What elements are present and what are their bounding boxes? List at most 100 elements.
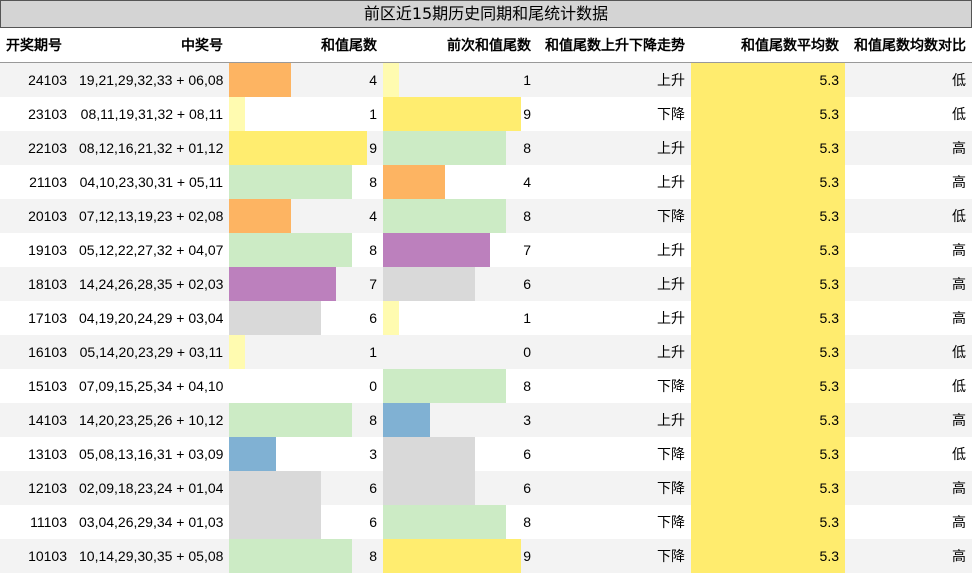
cell-trend: 上升	[537, 403, 691, 437]
cell-issue: 18103	[0, 267, 73, 301]
cell-avg: 5.3	[691, 165, 845, 199]
table-row: 11103 03,04,26,29,34 + 01,03 6 8 下降 5.3 高	[0, 505, 972, 539]
value-bar	[383, 539, 521, 573]
cell-issue: 22103	[0, 131, 73, 165]
cell-numbers: 08,12,16,21,32 + 01,12	[73, 131, 229, 165]
cell-tail: 9	[229, 131, 383, 165]
header-prev-tail: 前次和值尾数	[383, 28, 537, 63]
value-bar	[229, 199, 291, 233]
cell-prev-tail: 8	[383, 369, 537, 403]
header-trend: 和值尾数上升下降走势	[537, 28, 691, 63]
bar-value: 6	[523, 446, 531, 462]
cell-prev-tail: 9	[383, 539, 537, 573]
bar-value: 6	[369, 310, 377, 326]
cell-tail: 0	[229, 369, 383, 403]
stats-table: 开奖期号 中奖号 和值尾数 前次和值尾数 和值尾数上升下降走势 和值尾数平均数 …	[0, 28, 972, 573]
cell-avg: 5.3	[691, 335, 845, 369]
value-bar	[229, 471, 321, 505]
cell-avg: 5.3	[691, 301, 845, 335]
cell-avg: 5.3	[691, 437, 845, 471]
cell-numbers: 07,12,13,19,23 + 02,08	[73, 199, 229, 233]
cell-avg: 5.3	[691, 62, 845, 97]
value-bar	[383, 233, 490, 267]
table-row: 14103 14,20,23,25,26 + 10,12 8 3 上升 5.3 高	[0, 403, 972, 437]
cell-tail: 4	[229, 62, 383, 97]
value-bar	[383, 505, 506, 539]
value-bar	[229, 267, 336, 301]
bar-value: 1	[369, 344, 377, 360]
cell-tail: 8	[229, 539, 383, 573]
cell-numbers: 04,19,20,24,29 + 03,04	[73, 301, 229, 335]
cell-prev-tail: 1	[383, 62, 537, 97]
header-avg: 和值尾数平均数	[691, 28, 845, 63]
bar-value: 1	[369, 106, 377, 122]
cell-numbers: 05,12,22,27,32 + 04,07	[73, 233, 229, 267]
cell-trend: 上升	[537, 301, 691, 335]
bar-value: 8	[523, 378, 531, 394]
cell-issue: 15103	[0, 369, 73, 403]
table-row: 20103 07,12,13,19,23 + 02,08 4 8 下降 5.3 低	[0, 199, 972, 233]
value-bar	[229, 131, 367, 165]
cell-compare: 高	[845, 403, 972, 437]
cell-compare: 高	[845, 539, 972, 573]
cell-prev-tail: 4	[383, 165, 537, 199]
value-bar	[383, 369, 506, 403]
cell-avg: 5.3	[691, 369, 845, 403]
cell-issue: 12103	[0, 471, 73, 505]
cell-trend: 下降	[537, 505, 691, 539]
bar-value: 1	[523, 310, 531, 326]
table-row: 13103 05,08,13,16,31 + 03,09 3 6 下降 5.3 低	[0, 437, 972, 471]
header-row: 开奖期号 中奖号 和值尾数 前次和值尾数 和值尾数上升下降走势 和值尾数平均数 …	[0, 28, 972, 63]
cell-avg: 5.3	[691, 267, 845, 301]
cell-prev-tail: 6	[383, 267, 537, 301]
table-row: 23103 08,11,19,31,32 + 08,11 1 9 下降 5.3 低	[0, 97, 972, 131]
cell-tail: 8	[229, 165, 383, 199]
cell-prev-tail: 0	[383, 335, 537, 369]
cell-trend: 下降	[537, 437, 691, 471]
cell-compare: 低	[845, 62, 972, 97]
cell-numbers: 04,10,23,30,31 + 05,11	[73, 165, 229, 199]
cell-trend: 上升	[537, 62, 691, 97]
cell-compare: 低	[845, 335, 972, 369]
header-issue: 开奖期号	[0, 28, 73, 63]
cell-compare: 低	[845, 437, 972, 471]
bar-value: 8	[523, 140, 531, 156]
cell-tail: 1	[229, 335, 383, 369]
cell-tail: 1	[229, 97, 383, 131]
cell-trend: 下降	[537, 369, 691, 403]
cell-issue: 16103	[0, 335, 73, 369]
cell-trend: 下降	[537, 471, 691, 505]
value-bar	[383, 301, 399, 335]
cell-numbers: 19,21,29,32,33 + 06,08	[73, 62, 229, 97]
bar-value: 6	[523, 480, 531, 496]
bar-value: 1	[523, 72, 531, 88]
cell-issue: 14103	[0, 403, 73, 437]
cell-numbers: 14,20,23,25,26 + 10,12	[73, 403, 229, 437]
value-bar	[229, 539, 352, 573]
table-row: 15103 07,09,15,25,34 + 04,10 0 8 下降 5.3 低	[0, 369, 972, 403]
cell-prev-tail: 7	[383, 233, 537, 267]
cell-compare: 高	[845, 505, 972, 539]
value-bar	[229, 437, 276, 471]
cell-avg: 5.3	[691, 233, 845, 267]
cell-prev-tail: 8	[383, 131, 537, 165]
cell-numbers: 08,11,19,31,32 + 08,11	[73, 97, 229, 131]
value-bar	[229, 97, 245, 131]
cell-tail: 8	[229, 403, 383, 437]
bar-value: 0	[369, 378, 377, 394]
bar-value: 7	[369, 276, 377, 292]
cell-trend: 上升	[537, 335, 691, 369]
cell-compare: 低	[845, 369, 972, 403]
cell-tail: 6	[229, 471, 383, 505]
table-row: 22103 08,12,16,21,32 + 01,12 9 8 上升 5.3 高	[0, 131, 972, 165]
bar-value: 6	[369, 514, 377, 530]
cell-prev-tail: 3	[383, 403, 537, 437]
cell-issue: 11103	[0, 505, 73, 539]
bar-value: 8	[523, 208, 531, 224]
table-row: 17103 04,19,20,24,29 + 03,04 6 1 上升 5.3 高	[0, 301, 972, 335]
cell-avg: 5.3	[691, 403, 845, 437]
cell-trend: 下降	[537, 199, 691, 233]
cell-tail: 4	[229, 199, 383, 233]
bar-value: 4	[523, 174, 531, 190]
cell-issue: 20103	[0, 199, 73, 233]
